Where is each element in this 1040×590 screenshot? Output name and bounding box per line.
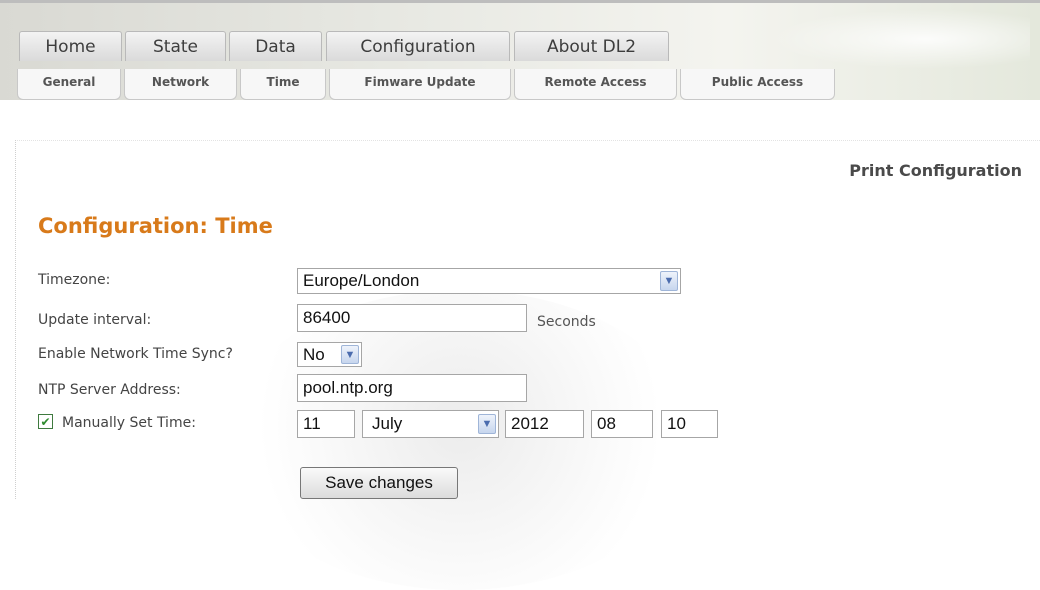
update-interval-input[interactable]: 86400	[297, 304, 527, 332]
network-sync-label: Enable Network Time Sync?	[38, 346, 233, 362]
update-interval-label: Update interval:	[38, 312, 152, 328]
manual-time-label: Manually Set Time:	[62, 415, 196, 431]
timezone-select[interactable]: Europe/London ▼	[297, 268, 681, 294]
save-changes-button[interactable]: Save changes	[300, 467, 458, 499]
year-value: 2012	[511, 414, 549, 433]
manual-time-checkbox[interactable]: ✔	[38, 414, 53, 429]
day-value: 11	[303, 414, 321, 433]
ntp-server-input[interactable]: pool.ntp.org	[297, 374, 527, 402]
hour-input[interactable]: 08	[591, 410, 653, 438]
subtab-network[interactable]: Network	[124, 69, 237, 100]
chevron-down-icon: ▼	[341, 345, 359, 364]
subtab-firmware-update[interactable]: Fimware Update	[329, 69, 511, 100]
header-decoration	[770, 9, 1030, 69]
content-border-left	[15, 140, 16, 499]
timezone-label: Timezone:	[38, 272, 111, 288]
checkmark-icon: ✔	[40, 414, 51, 429]
ntp-server-value: pool.ntp.org	[303, 378, 393, 397]
background-watermark	[225, 290, 695, 590]
tab-configuration[interactable]: Configuration	[326, 31, 510, 61]
hour-value: 08	[597, 414, 616, 433]
subtab-remote-access[interactable]: Remote Access	[514, 69, 677, 100]
page-title: Configuration: Time	[38, 214, 273, 238]
subtab-general[interactable]: General	[17, 69, 121, 100]
minute-value: 10	[667, 414, 686, 433]
tab-data[interactable]: Data	[229, 31, 322, 61]
network-sync-value: No	[303, 344, 325, 364]
day-input[interactable]: 11	[297, 410, 355, 438]
chevron-down-icon: ▼	[660, 271, 678, 291]
tab-about-dl2[interactable]: About DL2	[514, 31, 669, 61]
month-value: July	[372, 414, 403, 433]
header-bar: Home State Data Configuration About DL2 …	[0, 0, 1040, 100]
tab-state[interactable]: State	[125, 31, 226, 61]
update-interval-value: 86400	[303, 308, 351, 327]
update-interval-unit: Seconds	[537, 314, 596, 330]
tab-home[interactable]: Home	[19, 31, 122, 61]
network-sync-select[interactable]: No ▼	[297, 342, 362, 367]
subtab-public-access[interactable]: Public Access	[680, 69, 835, 100]
chevron-down-icon: ▼	[478, 414, 496, 434]
year-input[interactable]: 2012	[505, 410, 584, 438]
minute-input[interactable]: 10	[661, 410, 718, 438]
subtab-time[interactable]: Time	[240, 69, 326, 100]
print-configuration-link[interactable]: Print Configuration	[849, 161, 1022, 180]
timezone-value: Europe/London	[303, 271, 420, 290]
month-select[interactable]: July ▼	[362, 410, 499, 438]
ntp-server-label: NTP Server Address:	[38, 382, 181, 398]
content-border-top	[15, 140, 1040, 141]
